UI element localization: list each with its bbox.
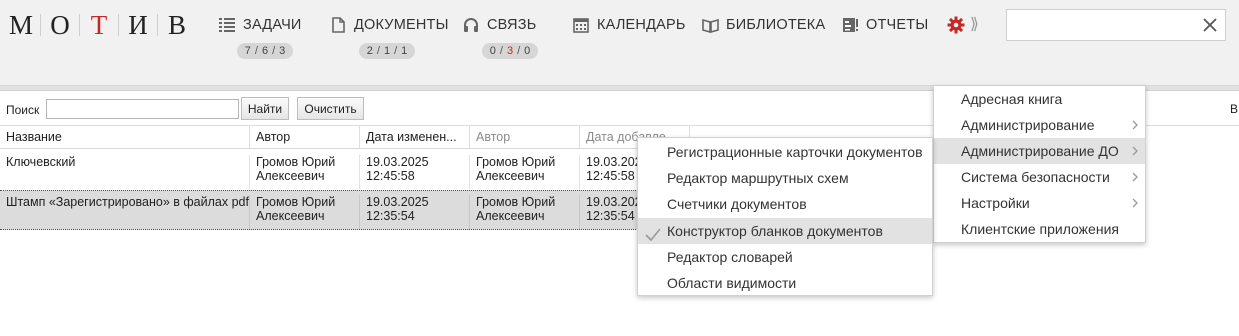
close-icon[interactable]	[1201, 16, 1219, 34]
list-icon	[218, 16, 236, 34]
menu-item-label: Области видимости	[667, 275, 797, 291]
connect-counter-badge[interactable]: 0/3/0	[482, 43, 538, 59]
logo-letter: Т	[90, 10, 108, 40]
find-button[interactable]: Найти	[241, 97, 289, 120]
cell-name: Штамп «Зарегистрировано» в файлах pdf	[0, 195, 250, 229]
logo-divider	[157, 14, 158, 36]
document-icon	[329, 16, 347, 34]
counter-value: 1	[401, 45, 408, 57]
menu-item-dictionary-editor[interactable]: Редактор словарей	[638, 244, 932, 270]
global-search-input[interactable]	[1013, 15, 1193, 35]
menu-item-label: Настройки	[961, 195, 1030, 211]
menu-item-label: Адресная книга	[961, 91, 1063, 107]
nav-calendar-label: КАЛЕНДАРЬ	[597, 17, 686, 33]
filter-bar: Поиск Найти Очистить	[0, 96, 940, 122]
counter-value: 1	[383, 45, 391, 57]
chevron-right-icon	[1131, 112, 1139, 138]
column-header-author[interactable]: Автор	[250, 125, 360, 149]
menu-item-label: Администрирование	[961, 117, 1095, 133]
counter-value: 2	[366, 45, 373, 57]
logo-letter: О	[50, 10, 70, 40]
nav-connect[interactable]: СВЯЗЬ	[462, 14, 536, 36]
nav-calendar[interactable]: КАЛЕНДАРЬ	[572, 14, 686, 36]
menu-item-label: Редактор маршрутных схем	[667, 170, 849, 186]
chevron-right-icon	[1131, 164, 1139, 190]
logo-divider	[79, 14, 80, 36]
cell-author-2: Громов Юрий Алексеевич	[470, 195, 580, 229]
menu-item-route-editor[interactable]: Редактор маршрутных схем	[638, 165, 932, 191]
nav-documents-label: ДОКУМЕНТЫ	[354, 17, 449, 33]
settings-dropdown-menu: Адресная книга Администрирование Админис…	[933, 85, 1146, 243]
settings-button[interactable]	[946, 14, 966, 36]
documents-counter-badge[interactable]: 2/1/1	[359, 43, 415, 59]
menu-item-registration-cards[interactable]: Регистрационные карточки документов	[638, 139, 932, 165]
cell-modified: 19.03.2025 12:45:58	[360, 155, 470, 189]
book-icon	[701, 16, 719, 34]
menu-item-address-book[interactable]: Адресная книга	[934, 86, 1145, 112]
menu-item-label: Система безопасности	[961, 169, 1110, 185]
column-header-name[interactable]: Название	[0, 125, 250, 149]
table-header: Название Автор Дата изменен... Автор Дат…	[0, 125, 690, 149]
gear-icon	[947, 16, 965, 34]
search-input[interactable]	[46, 99, 239, 119]
counter-value-unread: 3	[506, 45, 514, 57]
menu-item-security-system[interactable]: Система безопасности	[934, 164, 1145, 190]
tasks-counter-badge[interactable]: 7/6/3	[237, 43, 293, 59]
nav-library-label: БИБЛИОТЕКА	[726, 17, 826, 33]
nav-documents[interactable]: ДОКУМЕНТЫ	[329, 14, 449, 36]
calendar-icon	[572, 16, 590, 34]
logo-divider	[40, 14, 41, 36]
menu-item-label: Редактор словарей	[667, 249, 793, 265]
column-header-author-2[interactable]: Автор	[470, 125, 580, 149]
counter-value: 0	[524, 45, 531, 57]
cell-modified: 19.03.2025 12:35:54	[360, 195, 470, 229]
logo-letter: М	[8, 10, 33, 40]
column-header-modified[interactable]: Дата изменен...	[360, 125, 470, 149]
clipped-label: В	[1230, 102, 1239, 116]
logo-letter: И	[128, 10, 148, 40]
menu-item-client-apps[interactable]: Клиентские приложения	[934, 216, 1145, 242]
logo-letter: В	[167, 10, 186, 40]
counter-value: 6	[261, 45, 269, 57]
more-menu-button[interactable]: ⟫	[970, 14, 986, 36]
nav-connect-label: СВЯЗЬ	[487, 17, 537, 33]
top-navigation-bar: М О Т И В ЗАДАЧИ 7/6/3 ДОКУМЕНТЫ 2/1/1 С…	[0, 0, 1239, 86]
report-icon	[841, 16, 859, 34]
chevron-right-icon	[1131, 138, 1139, 164]
menu-item-administration[interactable]: Администрирование	[934, 112, 1145, 138]
counter-value: 0	[489, 45, 496, 57]
counter-value: 3	[279, 45, 286, 57]
search-label: Поиск	[6, 103, 40, 117]
logo-divider	[118, 14, 119, 36]
menu-item-label: Конструктор бланков документов	[667, 223, 883, 239]
menu-item-administration-do[interactable]: Администрирование ДО	[934, 138, 1145, 164]
chevron-right-icon	[1131, 190, 1139, 216]
cell-author: Громов Юрий Алексеевич	[250, 195, 360, 229]
nav-reports[interactable]: ОТЧЕТЫ	[841, 14, 928, 36]
table-row[interactable]: Ключевский Громов Юрий Алексеевич 19.03.…	[0, 151, 690, 191]
menu-item-form-designer[interactable]: Конструктор бланков документов	[638, 218, 932, 244]
table-row-selected[interactable]: Штамп «Зарегистрировано» в файлах pdf Гр…	[0, 190, 690, 230]
menu-item-document-counters[interactable]: Счетчики документов	[638, 191, 932, 217]
headset-icon	[462, 16, 480, 34]
cell-author-2: Громов Юрий Алексеевич	[470, 155, 580, 189]
app-logo[interactable]: М О Т И В	[6, 10, 192, 40]
nav-tasks-label: ЗАДАЧИ	[243, 17, 302, 33]
nav-tasks[interactable]: ЗАДАЧИ	[218, 14, 302, 36]
counter-value: 7	[244, 45, 251, 57]
menu-item-label: Администрирование ДО	[961, 143, 1119, 159]
menu-item-label: Счетчики документов	[667, 196, 807, 212]
global-search	[1006, 9, 1226, 41]
checkmark-icon	[645, 224, 661, 242]
menu-item-settings[interactable]: Настройки	[934, 190, 1145, 216]
nav-reports-label: ОТЧЕТЫ	[866, 17, 929, 33]
menu-item-label: Регистрационные карточки документов	[667, 144, 923, 160]
clear-button[interactable]: Очистить	[297, 97, 364, 120]
administration-do-submenu: Регистрационные карточки документов Реда…	[637, 137, 933, 296]
menu-item-label: Клиентские приложения	[961, 221, 1119, 237]
nav-library[interactable]: БИБЛИОТЕКА	[701, 14, 825, 36]
cell-author: Громов Юрий Алексеевич	[250, 155, 360, 189]
menu-item-visibility-areas[interactable]: Области видимости	[638, 270, 932, 296]
cell-name: Ключевский	[0, 155, 250, 189]
